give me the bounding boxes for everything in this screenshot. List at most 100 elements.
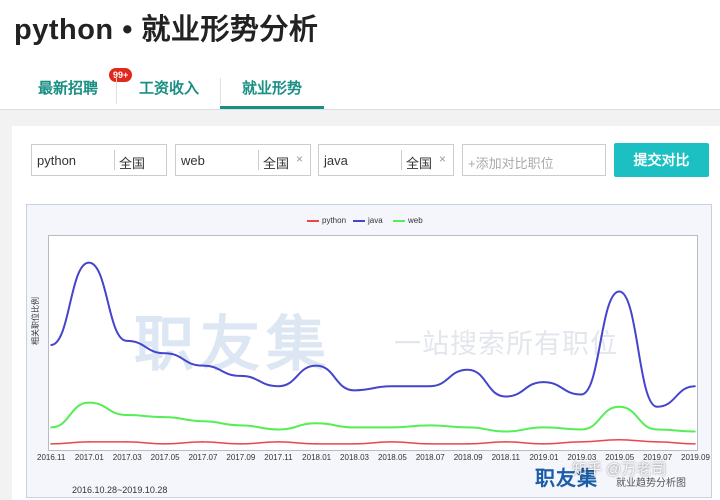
x-tick-label: 2019.01 [529, 453, 559, 462]
x-tick-label: 2017.01 [74, 453, 104, 462]
data-point-java [239, 375, 242, 377]
data-point-python [694, 443, 696, 445]
data-point-python [542, 443, 545, 445]
plot-area: 职友集 一站搜索所有职位 [48, 235, 698, 451]
data-point-java [694, 385, 696, 387]
data-point-python [353, 443, 355, 445]
x-tick-label: 2018.01 [302, 453, 332, 462]
series-layer [50, 261, 696, 445]
data-point-python [466, 443, 469, 445]
data-point-web [391, 426, 393, 429]
data-point-web [542, 426, 545, 429]
legend-swatch [393, 219, 405, 222]
plot-svg [50, 261, 696, 445]
legend-label: web [408, 216, 423, 225]
data-point-web [50, 426, 52, 429]
data-point-python [656, 441, 658, 443]
job-name: web [181, 153, 205, 168]
data-point-java [656, 406, 658, 408]
data-point-java [88, 261, 90, 264]
tab-label: 最新招聘 [37, 80, 98, 97]
data-point-java [580, 393, 583, 396]
data-point-python [315, 443, 317, 445]
data-point-java [50, 344, 52, 346]
data-point-python [125, 441, 128, 443]
tab-salary[interactable]: 工资收入 [136, 72, 202, 108]
date-range: 2016.10.28~2019.10.28 [72, 485, 168, 495]
data-point-python [277, 441, 280, 443]
data-point-java [163, 352, 166, 355]
data-point-python [429, 443, 431, 445]
data-point-java [618, 290, 621, 293]
page-header: python • 就业形势分析 最新招聘 99+ 工资收入 就业形势 [0, 0, 720, 110]
data-point-web [88, 401, 90, 404]
legend-swatch [353, 219, 365, 222]
data-point-python [163, 443, 166, 445]
data-point-web [656, 428, 658, 431]
data-point-python [50, 443, 52, 445]
job-name: python [37, 153, 77, 168]
data-point-java [277, 385, 280, 387]
data-point-python [391, 441, 393, 443]
legend-label: java [368, 216, 383, 225]
data-point-java [466, 368, 469, 371]
data-point-web [580, 428, 583, 431]
data-point-java [315, 364, 317, 367]
x-tick-label: 2017.09 [226, 453, 256, 462]
x-tick-label: 2017.05 [150, 453, 180, 462]
y-axis-label: 相关职位比例 [31, 297, 40, 345]
data-point-python [504, 441, 507, 443]
x-tick-label: 2016.11 [37, 453, 66, 462]
data-point-java [542, 381, 545, 383]
trend-chart: python java web 相关职位比例 职友集 一站搜索所有职位 2016… [26, 204, 712, 498]
data-point-web [315, 422, 317, 425]
data-point-java [391, 385, 393, 387]
field-divider [114, 150, 115, 170]
tab-label: 工资收入 [138, 80, 199, 97]
legend-item-web[interactable]: web [393, 216, 423, 225]
data-point-web [125, 414, 128, 416]
job-web-field[interactable]: web 全国 × [175, 144, 311, 176]
data-point-java [125, 340, 128, 342]
data-point-java [353, 389, 355, 392]
add-job-placeholder: +添加对比职位 [468, 156, 554, 171]
x-tick-label: 2018.05 [377, 453, 407, 462]
data-point-web [277, 428, 280, 431]
field-divider [258, 150, 259, 170]
page-title: python • 就业形势分析 [14, 14, 319, 46]
job-region-select[interactable]: 全国 [406, 153, 432, 172]
data-point-web [504, 430, 507, 433]
zhihu-watermark: 知乎 @万老司 [572, 461, 667, 478]
series-line-web [50, 401, 696, 433]
remove-job-icon[interactable]: × [439, 152, 446, 166]
tab-divider [116, 78, 117, 104]
x-tick-label: 2018.09 [453, 453, 483, 462]
submit-compare-button[interactable]: 提交对比 [614, 143, 709, 177]
series-line-python [50, 439, 696, 445]
x-tick-label: 2018.07 [415, 453, 445, 462]
x-tick-label: 2018.03 [340, 453, 369, 462]
legend-swatch [307, 219, 319, 222]
job-python-field[interactable]: python 全国 [31, 144, 167, 176]
data-point-web [694, 430, 696, 433]
add-job-input[interactable]: +添加对比职位 [462, 144, 606, 176]
data-point-java [504, 395, 507, 398]
x-tick-label: 2017.03 [112, 453, 142, 462]
remove-job-icon[interactable]: × [296, 152, 303, 166]
tab-employment-trend[interactable]: 就业形势 [220, 72, 324, 110]
job-region-select[interactable]: 全国 [263, 153, 289, 172]
data-point-python [88, 441, 90, 443]
data-point-python [201, 441, 204, 443]
data-point-python [239, 443, 242, 445]
x-tick-label: 2018.11 [491, 453, 520, 462]
tab-latest-jobs[interactable]: 最新招聘 99+ [32, 68, 133, 108]
data-point-web [466, 426, 469, 429]
legend-item-java[interactable]: java [353, 216, 383, 225]
data-point-java [429, 385, 431, 387]
job-region-select[interactable]: 全国 [119, 153, 145, 172]
series-line-java [50, 261, 696, 408]
data-point-web [429, 424, 431, 427]
tab-label: 就业形势 [241, 80, 302, 97]
legend-item-python[interactable]: python [307, 216, 346, 225]
job-java-field[interactable]: java 全国 × [318, 144, 454, 176]
